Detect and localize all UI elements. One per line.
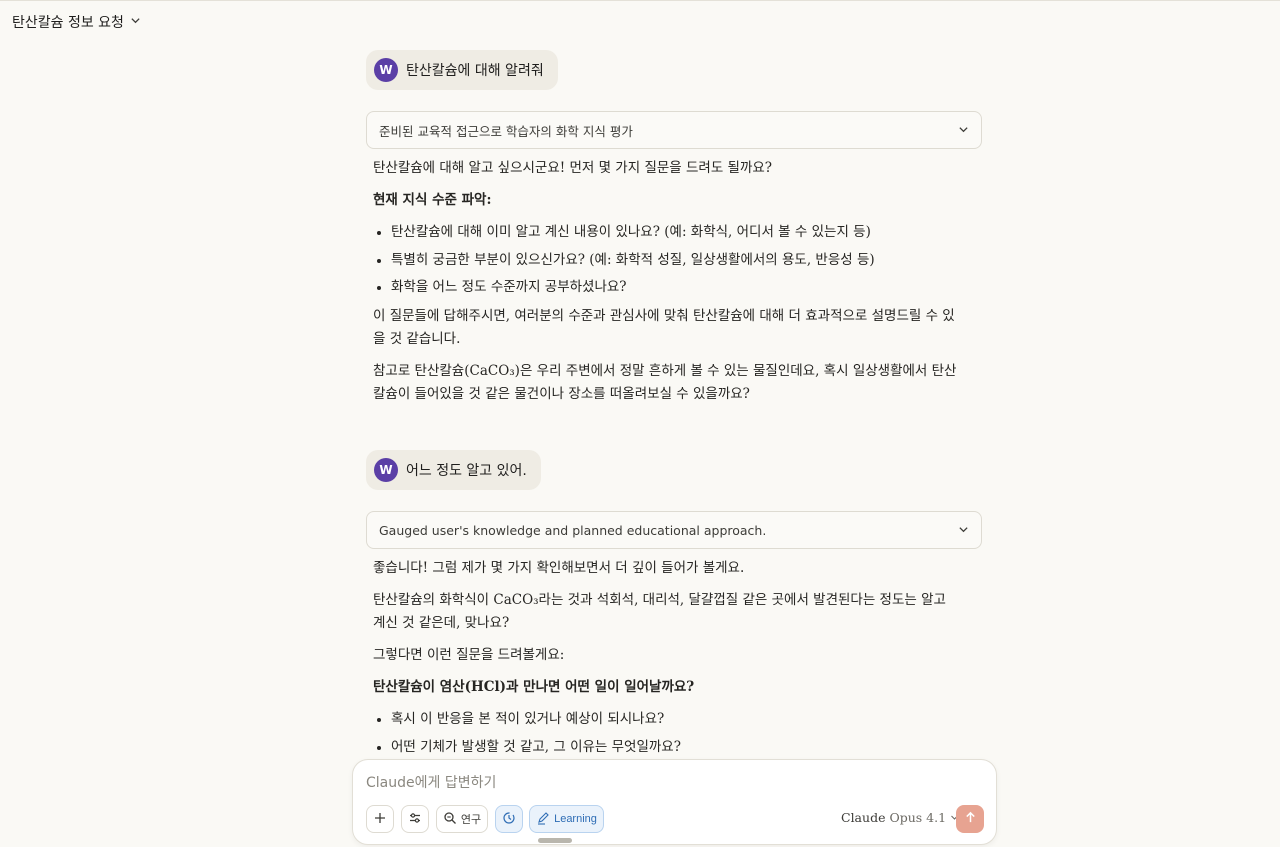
response-paragraph: 좋습니다! 그럼 제가 몇 가지 확인해보면서 더 깊이 들어가 볼게요.	[373, 560, 745, 576]
model-name: Claude	[841, 810, 886, 825]
history-button[interactable]	[495, 805, 523, 833]
assistant-response: 탄산칼슘에 대해 알고 싶으시군요! 먼저 몇 가지 질문을 드려도 될까요? …	[373, 157, 958, 415]
reply-input[interactable]	[366, 772, 966, 794]
thinking-summary-text: 준비된 교육적 접근으로 학습자의 화학 지식 평가	[379, 123, 633, 139]
chevron-down-icon	[958, 123, 969, 138]
sliders-icon	[408, 811, 422, 828]
plus-icon	[373, 811, 387, 828]
chevron-down-icon	[958, 523, 969, 538]
message-composer: 연구 Learning Claude Opus 4.1	[352, 759, 997, 845]
arrow-up-icon	[964, 811, 977, 827]
list-item: 어떤 기체가 발생할 것 같고, 그 이유는 무엇일까요?	[373, 736, 958, 759]
research-label: 연구	[460, 814, 482, 826]
response-paragraph: 그렇다면 이런 질문을 드려볼게요:	[373, 647, 565, 663]
list-item: 탄산칼슘에 대해 이미 알고 계신 내용이 있나요? (예: 화학식, 어디서 …	[373, 221, 958, 244]
response-paragraph: 탄산칼슘의 화학식이 CaCO₃라는 것과 석회석, 대리석, 달걀껍질 같은 …	[373, 592, 946, 631]
research-button[interactable]: 연구	[436, 805, 488, 833]
search-icon	[443, 811, 457, 828]
send-button[interactable]	[956, 805, 984, 833]
learning-mode-button[interactable]: Learning	[529, 805, 604, 833]
top-border	[0, 0, 1280, 1]
user-message-text: 어느 정도 알고 있어.	[406, 463, 527, 479]
response-list: 혹시 이 반응을 본 적이 있거나 예상이 되시나요? 어떤 기체가 발생할 것…	[373, 708, 958, 759]
response-paragraph: 참고로 탄산칼슘(CaCO₃)은 우리 주변에서 정말 흔하게 볼 수 있는 물…	[373, 363, 957, 402]
pen-icon	[536, 811, 550, 828]
user-message-text: 탄산칼슘에 대해 알려줘	[406, 63, 544, 79]
avatar: W	[374, 58, 398, 82]
response-heading: 현재 지식 수준 파악:	[373, 192, 492, 208]
chat-title: 탄산칼슘 정보 요청	[12, 15, 124, 31]
thinking-summary-toggle[interactable]: Gauged user's knowledge and planned educ…	[366, 511, 982, 549]
model-version: Opus 4.1	[889, 810, 947, 825]
add-button[interactable]	[366, 805, 394, 833]
model-selector[interactable]: Claude Opus 4.1	[841, 810, 959, 825]
chat-title-dropdown[interactable]: 탄산칼슘 정보 요청	[12, 12, 141, 32]
list-item: 혹시 이 반응을 본 적이 있거나 예상이 되시나요?	[373, 708, 958, 731]
response-list: 탄산칼슘에 대해 이미 알고 계신 내용이 있나요? (예: 화학식, 어디서 …	[373, 221, 958, 299]
thinking-summary-text: Gauged user's knowledge and planned educ…	[379, 522, 767, 538]
chevron-down-icon	[130, 14, 141, 30]
response-paragraph: 이 질문들에 답해주시면, 여러분의 수준과 관심사에 맞춰 탄산칼슘에 대해 …	[373, 308, 955, 347]
assistant-response: 좋습니다! 그럼 제가 몇 가지 확인해보면서 더 깊이 들어가 볼게요. 탄산…	[373, 557, 958, 765]
user-message: W 어느 정도 알고 있어.	[366, 450, 541, 490]
tools-button[interactable]	[401, 805, 429, 833]
scroll-handle[interactable]	[538, 838, 572, 843]
learning-label: Learning	[554, 813, 597, 825]
user-message: W 탄산칼슘에 대해 알려줘	[366, 50, 558, 90]
response-heading: 탄산칼슘이 염산(HCl)과 만나면 어떤 일이 일어날까요?	[373, 679, 695, 695]
thinking-summary-toggle[interactable]: 준비된 교육적 접근으로 학습자의 화학 지식 평가	[366, 111, 982, 149]
list-item: 특별히 궁금한 부분이 있으신가요? (예: 화학적 성질, 일상생활에서의 용…	[373, 249, 958, 272]
list-item: 화학을 어느 정도 수준까지 공부하셨나요?	[373, 276, 958, 299]
response-paragraph: 탄산칼슘에 대해 알고 싶으시군요! 먼저 몇 가지 질문을 드려도 될까요?	[373, 160, 773, 176]
clock-icon	[502, 811, 516, 828]
avatar: W	[374, 458, 398, 482]
